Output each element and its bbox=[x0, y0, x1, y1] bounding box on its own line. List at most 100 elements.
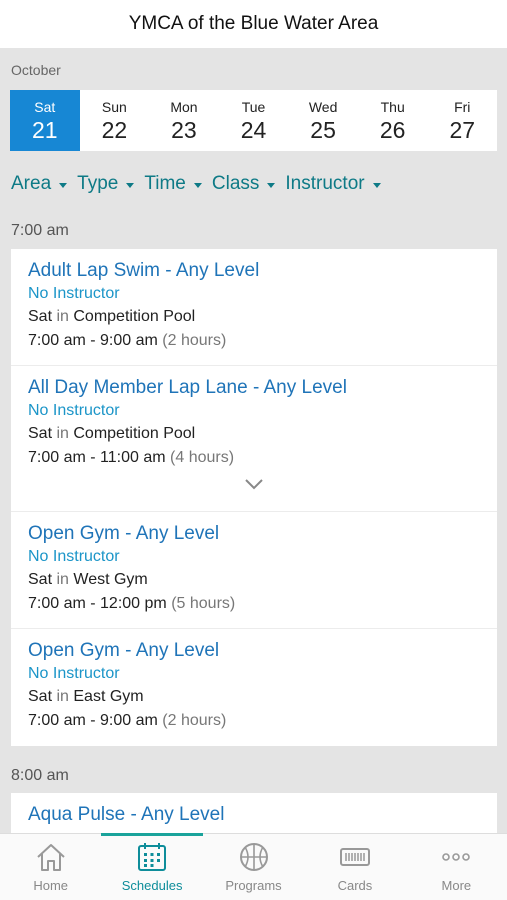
filter-class[interactable]: Class bbox=[212, 173, 276, 195]
time-range: 7:00 am - 9:00 am bbox=[28, 332, 158, 349]
session-location: Sat in Competition Pool bbox=[28, 422, 480, 445]
tab-label: Home bbox=[33, 878, 69, 893]
session-title[interactable]: Aqua Pulse - Any Level bbox=[28, 803, 480, 826]
session-title[interactable]: Open Gym - Any Level bbox=[28, 522, 480, 545]
filter-time[interactable]: Time bbox=[144, 173, 202, 195]
caret-down-icon bbox=[267, 182, 276, 188]
filter-label: Instructor bbox=[285, 173, 365, 194]
home-icon bbox=[37, 844, 65, 871]
in-text: in bbox=[56, 308, 69, 325]
caret-down-icon bbox=[372, 182, 381, 188]
day-name: Wed bbox=[308, 99, 338, 115]
filter-label: Area bbox=[11, 173, 52, 194]
day-wed[interactable]: Wed 25 bbox=[288, 90, 358, 151]
bottom-tab-bar: Home Schedules Programs Cards More bbox=[0, 833, 507, 900]
app-title: YMCA of the Blue Water Area bbox=[128, 13, 379, 34]
tab-label: Programs bbox=[225, 878, 282, 893]
session-location: Sat in Competition Pool bbox=[28, 305, 480, 328]
session-instructor: No Instructor bbox=[28, 285, 120, 302]
session-item[interactable]: All Day Member Lap Lane - Any Level No I… bbox=[11, 366, 497, 512]
expand-toggle[interactable] bbox=[28, 470, 480, 498]
day-sat[interactable]: Sat 21 bbox=[10, 90, 80, 151]
session-day: Sat bbox=[28, 308, 53, 325]
caret-down-icon bbox=[193, 182, 202, 188]
session-day: Sat bbox=[28, 571, 53, 588]
location-name: Competition Pool bbox=[73, 425, 196, 442]
month-label: October bbox=[11, 62, 61, 78]
app-header: YMCA of the Blue Water Area bbox=[0, 0, 507, 48]
day-tue[interactable]: Tue 24 bbox=[219, 90, 289, 151]
tab-programs[interactable]: Programs bbox=[203, 834, 304, 900]
session-title[interactable]: Open Gym - Any Level bbox=[28, 639, 480, 662]
session-item[interactable]: Aqua Pulse - Any Level bbox=[11, 793, 497, 826]
time-range: 7:00 am - 12:00 pm bbox=[28, 595, 167, 612]
chevron-down-icon bbox=[245, 479, 263, 490]
card-icon bbox=[339, 848, 370, 866]
day-name: Sun bbox=[101, 99, 127, 115]
session-item[interactable]: Open Gym - Any Level No Instructor Sat i… bbox=[11, 629, 497, 746]
day-selector: Sat 21 Sun 22 Mon 23 Tue 24 Wed 25 Thu 2… bbox=[10, 90, 497, 151]
tab-cards[interactable]: Cards bbox=[304, 834, 405, 900]
session-list: Adult Lap Swim - Any Level No Instructor… bbox=[11, 249, 497, 746]
filter-type[interactable]: Type bbox=[77, 173, 135, 195]
filter-area[interactable]: Area bbox=[11, 173, 68, 195]
session-time: 7:00 am - 11:00 am (4 hours) bbox=[28, 445, 480, 470]
session-instructor: No Instructor bbox=[28, 402, 120, 419]
tab-label: Cards bbox=[337, 878, 373, 893]
tab-more[interactable]: More bbox=[406, 834, 507, 900]
time-range: 7:00 am - 11:00 am bbox=[28, 449, 166, 466]
tab-schedules[interactable]: Schedules bbox=[101, 833, 204, 900]
day-name: Tue bbox=[241, 99, 266, 115]
day-number: 25 bbox=[310, 117, 336, 143]
time-group-header: 7:00 am bbox=[11, 222, 69, 239]
time-range: 7:00 am - 9:00 am bbox=[28, 712, 158, 729]
filter-label: Time bbox=[144, 173, 186, 194]
filter-instructor[interactable]: Instructor bbox=[285, 173, 381, 195]
session-title[interactable]: Adult Lap Swim - Any Level bbox=[28, 259, 480, 282]
duration: (2 hours) bbox=[162, 712, 227, 729]
session-time: 7:00 am - 12:00 pm (5 hours) bbox=[28, 591, 480, 616]
day-number: 27 bbox=[449, 117, 476, 143]
time-group-header: 8:00 am bbox=[11, 767, 69, 784]
duration: (4 hours) bbox=[170, 449, 235, 466]
location-name: Competition Pool bbox=[73, 308, 196, 325]
session-item[interactable]: Open Gym - Any Level No Instructor Sat i… bbox=[11, 512, 497, 629]
session-location: Sat in West Gym bbox=[28, 568, 480, 591]
session-instructor: No Instructor bbox=[28, 548, 120, 565]
in-text: in bbox=[56, 688, 69, 705]
duration: (5 hours) bbox=[171, 595, 236, 612]
caret-down-icon bbox=[126, 182, 135, 188]
session-day: Sat bbox=[28, 688, 53, 705]
day-number: 23 bbox=[171, 117, 197, 143]
day-number: 21 bbox=[31, 117, 58, 143]
session-list: Aqua Pulse - Any Level bbox=[11, 793, 497, 833]
caret-down-icon bbox=[59, 182, 68, 188]
calendar-icon bbox=[138, 843, 167, 871]
location-name: East Gym bbox=[73, 688, 144, 705]
tab-label: Schedules bbox=[121, 878, 183, 893]
more-icon bbox=[442, 853, 471, 861]
duration: (2 hours) bbox=[162, 332, 227, 349]
session-item[interactable]: Adult Lap Swim - Any Level No Instructor… bbox=[11, 249, 497, 366]
day-name: Mon bbox=[170, 99, 198, 115]
day-name: Sat bbox=[34, 99, 56, 115]
session-instructor: No Instructor bbox=[28, 665, 120, 682]
session-title[interactable]: All Day Member Lap Lane - Any Level bbox=[28, 376, 480, 399]
session-day: Sat bbox=[28, 425, 53, 442]
filter-label: Type bbox=[77, 173, 119, 194]
day-sun[interactable]: Sun 22 bbox=[80, 90, 150, 151]
filter-label: Class bbox=[211, 173, 260, 194]
day-name: Thu bbox=[380, 99, 405, 115]
day-fri[interactable]: Fri 27 bbox=[427, 90, 497, 151]
filter-bar: Area Type Time Class Instructor bbox=[11, 173, 381, 195]
tab-home[interactable]: Home bbox=[0, 834, 101, 900]
day-thu[interactable]: Thu 26 bbox=[358, 90, 428, 151]
session-time: 7:00 am - 9:00 am (2 hours) bbox=[28, 708, 480, 733]
day-number: 26 bbox=[379, 117, 406, 143]
day-number: 24 bbox=[240, 117, 267, 143]
in-text: in bbox=[56, 425, 69, 442]
session-location: Sat in East Gym bbox=[28, 685, 480, 708]
tab-label: More bbox=[441, 878, 472, 893]
location-name: West Gym bbox=[73, 571, 148, 588]
day-mon[interactable]: Mon 23 bbox=[149, 90, 219, 151]
